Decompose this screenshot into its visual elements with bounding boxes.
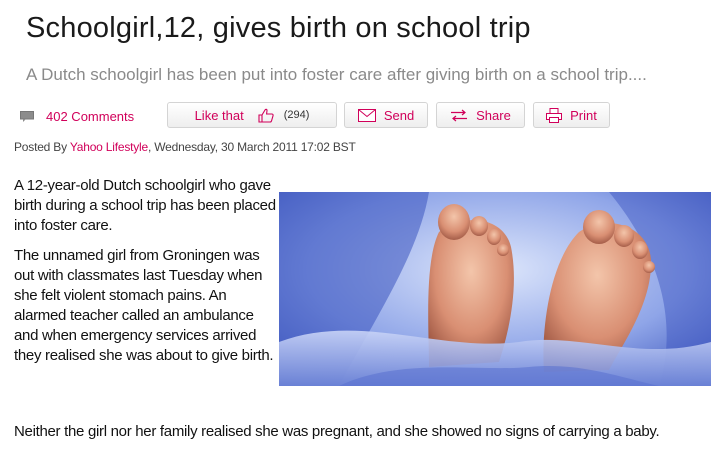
- like-label: Like that: [194, 107, 244, 123]
- like-count: (294): [283, 109, 310, 121]
- article-paragraph: Neither the girl nor her family realised…: [14, 423, 660, 440]
- printer-icon: [546, 107, 563, 123]
- send-label: Send: [383, 107, 415, 123]
- article-standfirst: A Dutch schoolgirl has been put into fos…: [26, 65, 647, 84]
- share-arrows-icon: [451, 109, 468, 121]
- byline-prefix: Posted By: [14, 140, 70, 154]
- share-button[interactable]: Share: [436, 102, 525, 128]
- article-toolbar: 402 Comments Like that (294) Send Share …: [14, 102, 704, 130]
- comments-label: 402 Comments: [46, 109, 135, 124]
- byline-source-link[interactable]: Yahoo Lifestyle: [70, 140, 148, 154]
- article-photo: [279, 192, 711, 386]
- share-label: Share: [476, 107, 511, 123]
- print-label: Print: [570, 107, 597, 123]
- article-paragraph: A 12-year-old Dutch schoolgirl who gave …: [14, 177, 276, 234]
- byline: Posted By Yahoo Lifestyle, Wednesday, 30…: [14, 140, 356, 154]
- article-headline: Schoolgirl,12, gives birth on school tri…: [26, 12, 531, 44]
- thumbs-up-icon: [258, 108, 274, 123]
- article-paragraph: The unnamed girl from Groningen was out …: [14, 247, 274, 364]
- speech-bubble-icon: [20, 111, 34, 122]
- comments-link[interactable]: 402 Comments: [20, 109, 134, 124]
- envelope-icon: [357, 108, 376, 122]
- send-button[interactable]: Send: [344, 102, 428, 128]
- byline-date: , Wednesday, 30 March 2011 17:02 BST: [148, 140, 356, 154]
- like-button[interactable]: Like that (294): [167, 102, 337, 128]
- print-button[interactable]: Print: [533, 102, 610, 128]
